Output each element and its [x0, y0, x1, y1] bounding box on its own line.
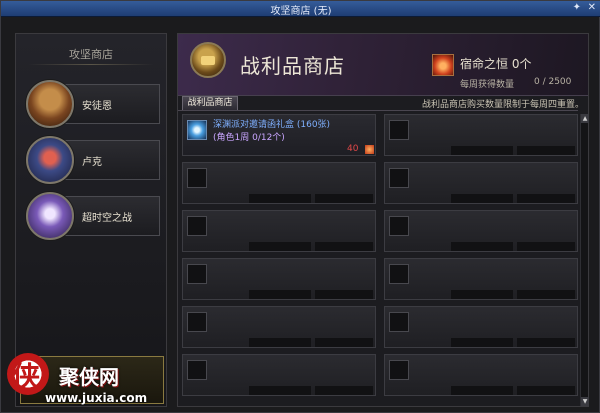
item-slot-icon	[389, 168, 409, 188]
item-bar	[517, 290, 575, 299]
empty-item-slot[interactable]	[182, 162, 376, 204]
empty-item-slot[interactable]	[182, 258, 376, 300]
item-bar	[249, 338, 311, 347]
item-scrollbar[interactable]: ▲ ▼	[580, 114, 589, 406]
npc-portrait-icon	[26, 192, 74, 240]
shop-banner: 战利品商店 宿命之恒 0个 每周获得数量 0 / 2500	[178, 34, 588, 96]
item-grid: 深渊派对邀请函礼盒 (160张) (角色1周 0/12个) 40	[182, 114, 578, 406]
weekly-value: 0 / 2500	[534, 77, 572, 87]
title-bar[interactable]: 攻坚商店 (无) ✦ ✕	[1, 1, 600, 17]
item-bar	[315, 194, 373, 203]
sidebar-selected-slot[interactable]	[20, 356, 164, 404]
npc-name: 卢克	[82, 157, 102, 168]
item-bar	[517, 146, 575, 155]
item-slot-icon	[389, 120, 409, 140]
empty-item-slot[interactable]	[384, 354, 578, 396]
scroll-up-icon[interactable]: ▲	[581, 114, 589, 123]
empty-item-slot[interactable]	[384, 258, 578, 300]
item-price: 40	[347, 144, 359, 154]
empty-item-slot[interactable]	[182, 354, 376, 396]
treasure-chest-icon	[190, 42, 226, 78]
sidebar-item-luke[interactable]: 卢克	[26, 136, 162, 184]
item-bar	[451, 386, 513, 395]
shop-sidebar: 攻坚商店 安徒恩 卢克 超时空之战	[15, 33, 167, 407]
item-bar	[315, 242, 373, 251]
shop-title: 战利品商店	[240, 54, 345, 78]
item-slot-icon	[389, 264, 409, 284]
item-slot-icon	[187, 264, 207, 284]
currency-label: 宿命之恒 0个	[460, 55, 531, 72]
empty-item-slot[interactable]	[384, 210, 578, 252]
item-bar	[451, 242, 513, 251]
sidebar-item-spacetime-war[interactable]: 超时空之战	[26, 192, 162, 240]
item-bar	[517, 242, 575, 251]
item-bar	[517, 338, 575, 347]
close-icon[interactable]: ✕	[588, 2, 596, 13]
npc-name: 安徒恩	[82, 101, 112, 112]
sidebar-item-anton[interactable]: 安徒恩	[26, 80, 162, 128]
item-bar	[451, 194, 513, 203]
item-slot-icon	[389, 216, 409, 236]
item-bar	[517, 194, 575, 203]
npc-name: 超时空之战	[82, 213, 132, 224]
currency-small-icon	[365, 145, 374, 154]
sidebar-title: 攻坚商店	[69, 48, 113, 61]
weekly-label: 每周获得数量	[460, 80, 515, 90]
shop-main-panel: 战利品商店 宿命之恒 0个 每周获得数量 0 / 2500 战利品商店 战利品商…	[177, 33, 589, 407]
empty-item-slot[interactable]	[384, 162, 578, 204]
npc-portrait-icon	[26, 80, 74, 128]
item-slot-icon	[389, 360, 409, 380]
item-bar	[315, 386, 373, 395]
item-bar	[315, 338, 373, 347]
tab-loot-shop[interactable]: 战利品商店	[182, 96, 238, 110]
item-slot-icon	[187, 168, 207, 188]
item-limit: (角色1周 0/12个)	[213, 133, 285, 143]
item-bar	[315, 290, 373, 299]
item-bar	[249, 194, 311, 203]
item-bar	[249, 242, 311, 251]
item-bar	[451, 338, 513, 347]
npc-portrait-icon	[26, 136, 74, 184]
item-name: 深渊派对邀请函礼盒 (160张)	[213, 120, 331, 130]
item-slot-icon	[187, 216, 207, 236]
item-bar	[249, 386, 311, 395]
item-slot-icon	[187, 312, 207, 332]
empty-item-slot[interactable]	[384, 306, 578, 348]
empty-item-slot[interactable]	[384, 114, 578, 156]
shop-item[interactable]: 深渊派对邀请函礼盒 (160张) (角色1周 0/12个) 40	[182, 114, 376, 156]
currency-count: 0个	[511, 57, 532, 71]
tab-divider	[178, 110, 578, 111]
pin-icon[interactable]: ✦	[573, 2, 581, 13]
gem-icon	[187, 120, 207, 140]
scroll-down-icon[interactable]: ▼	[581, 397, 589, 406]
empty-item-slot[interactable]	[182, 210, 376, 252]
shop-window: 攻坚商店 (无) ✦ ✕ 攻坚商店 安徒恩 卢克 超时空之战 战利品商店 宿命之…	[0, 0, 600, 413]
item-bar	[451, 146, 513, 155]
currency-name: 宿命之恒	[460, 57, 509, 71]
item-bar	[451, 290, 513, 299]
fate-currency-icon	[432, 54, 454, 76]
reset-notice: 战利品商店购买数量限制于每周四重置。	[422, 100, 585, 110]
sidebar-divider	[28, 64, 154, 65]
item-slot-icon	[187, 360, 207, 380]
item-bar	[249, 290, 311, 299]
empty-item-slot[interactable]	[182, 306, 376, 348]
item-slot-icon	[389, 312, 409, 332]
item-bar	[517, 386, 575, 395]
window-title: 攻坚商店 (无)	[270, 6, 332, 17]
